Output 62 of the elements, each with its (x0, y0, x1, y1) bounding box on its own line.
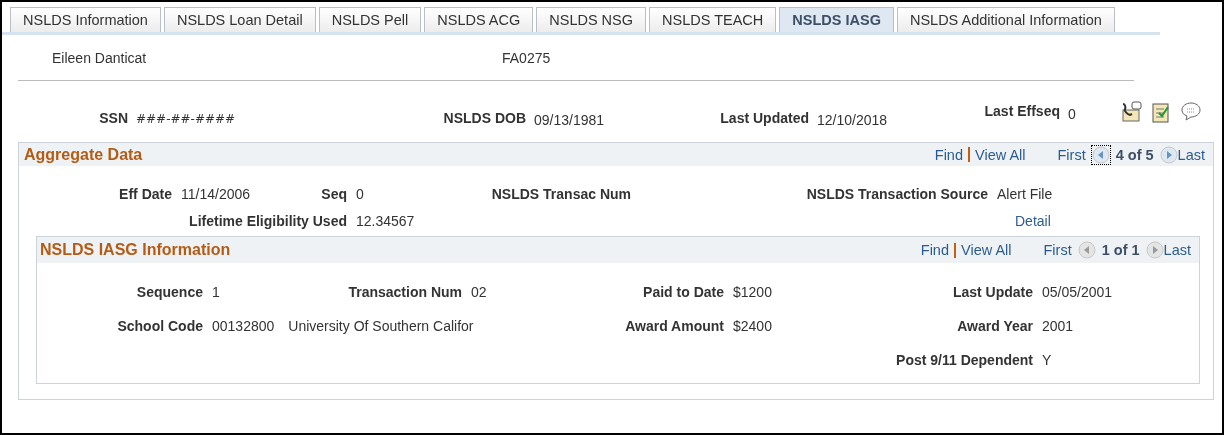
last-link[interactable]: Last (1163, 242, 1191, 258)
tab[interactable]: NSLDS TEACH (649, 7, 777, 32)
field-label: Post 9/11 Dependent (896, 352, 1033, 368)
student-id: FA0275 (502, 50, 551, 68)
field-label: Seq (321, 186, 347, 202)
field-label: NSLDS Transac Num (491, 186, 631, 202)
field-value: 02 (471, 284, 487, 300)
field-value: 09/13/1981 (533, 111, 606, 128)
student-name: Eileen Danticat (52, 50, 148, 68)
field-value: 05/05/2001 (1042, 284, 1113, 300)
row-position: 1 of 1 (1101, 242, 1140, 258)
first-link[interactable]: First (1057, 146, 1086, 163)
field-label: Paid to Date (643, 284, 724, 300)
comment-icon[interactable] (1180, 101, 1202, 121)
field-label: Eff Date (119, 186, 172, 202)
field-label: NSLDS DOB (442, 109, 526, 126)
field-label: Last Update (952, 284, 1033, 300)
last-link[interactable]: Last (1177, 146, 1205, 163)
field-label: Transaction Num (348, 284, 462, 300)
field-label: Award Amount (625, 318, 724, 334)
first-link[interactable]: First (1043, 242, 1072, 258)
section-title: Aggregate Data (24, 145, 143, 164)
field-label: NSLDS Transaction Source (806, 186, 988, 202)
field-value: ###-##-#### (135, 111, 237, 126)
field-value: 1 (212, 284, 220, 300)
field-label: Last Updated (719, 109, 809, 126)
row-position: 4 of 5 (1115, 146, 1154, 163)
field-value: 2001 (1042, 318, 1074, 334)
view-all-link[interactable]: View All (961, 242, 1012, 258)
tab[interactable]: NSLDS Pell (318, 7, 422, 32)
field-label: School Code (117, 318, 203, 334)
field-value: 12/10/2018 (816, 111, 889, 128)
tab[interactable]: NSLDS Information (10, 7, 161, 32)
tab[interactable]: NSLDS NSG (536, 7, 647, 32)
tab[interactable]: NSLDS IASG (779, 7, 894, 32)
field-value: 0 (1067, 105, 1077, 122)
school-name: University Of Southern Califor (288, 318, 474, 334)
field-value: Alert File (997, 186, 1053, 202)
section-title: NSLDS IASG Information (40, 241, 231, 259)
field-label: Last Effseq (983, 102, 1060, 119)
field-value: $1200 (733, 284, 772, 300)
field-label: SSN (98, 109, 128, 126)
field-value: 11/14/2006 (181, 186, 251, 202)
next-icon[interactable] (1159, 145, 1178, 164)
field-value: 0 (356, 186, 364, 202)
find-link[interactable]: Find (920, 242, 949, 258)
tab[interactable]: NSLDS Loan Detail (163, 7, 316, 32)
field-value: Y (1042, 352, 1052, 368)
phone-note-icon[interactable] (1120, 101, 1142, 123)
field-value: $2400 (733, 318, 772, 334)
tab[interactable]: NSLDS Additional Information (896, 7, 1115, 32)
field-value: 00132800 (212, 318, 275, 334)
checklist-icon[interactable] (1151, 101, 1171, 123)
find-link[interactable]: Find (934, 146, 963, 163)
previous-icon[interactable] (1091, 145, 1110, 164)
detail-link[interactable]: Detail (997, 213, 1051, 229)
field-label: Sequence (136, 284, 203, 300)
field-label: Award Year (957, 318, 1033, 334)
tab[interactable]: NSLDS ACG (424, 7, 534, 32)
field-label: Lifetime Eligibility Used (189, 213, 347, 229)
view-all-link[interactable]: View All (975, 146, 1026, 163)
field-value: 12.34567 (356, 213, 415, 229)
